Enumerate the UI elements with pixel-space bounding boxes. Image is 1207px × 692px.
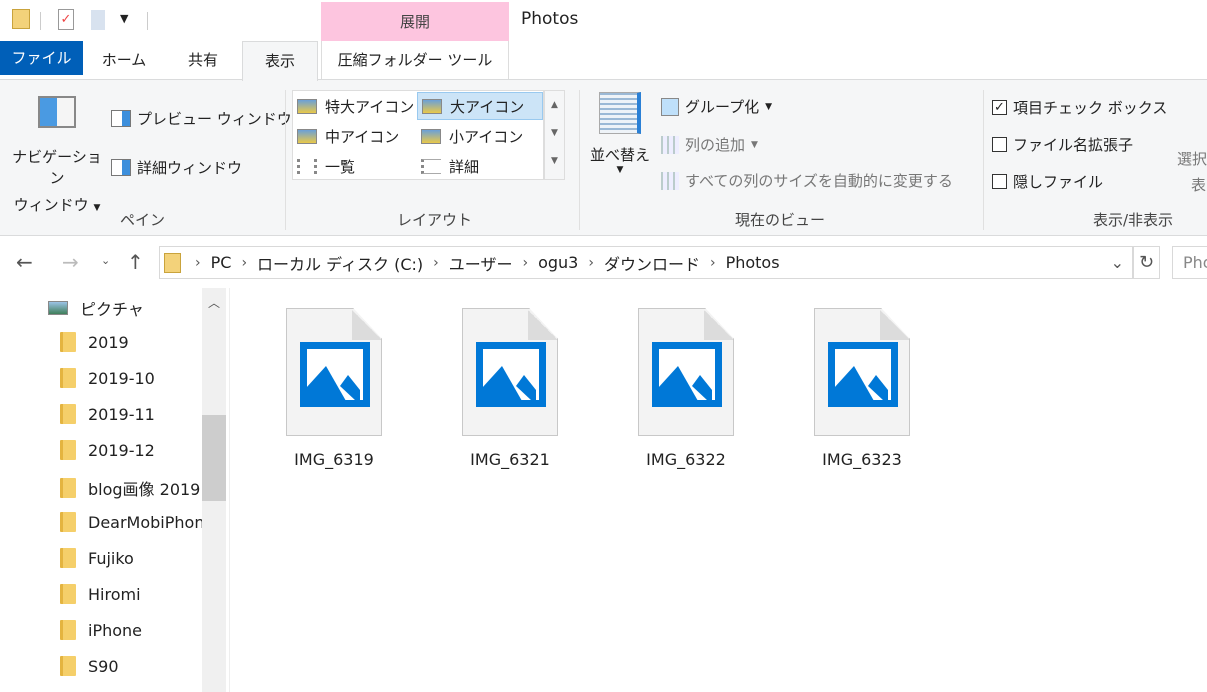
folder-icon (60, 404, 76, 424)
nav-item-folder[interactable]: 2019 (60, 332, 129, 352)
nav-item-folder[interactable]: Hiromi (60, 584, 141, 604)
folder-icon (60, 620, 76, 640)
search-input[interactable]: Pho (1172, 246, 1207, 279)
address-dropdown-icon[interactable]: ⌄ (1111, 253, 1124, 272)
group-label-pane: ペイン (120, 211, 166, 229)
breadcrumb-ogu3[interactable]: ogu3 (538, 253, 578, 272)
file-item[interactable]: IMG_6323 (814, 308, 910, 469)
details-pane-icon (111, 159, 131, 176)
add-column-button[interactable]: 列の追加 ▼ (661, 134, 758, 155)
refresh-button[interactable]: ↻ (1133, 246, 1160, 279)
tab-view[interactable]: 表示 (242, 41, 318, 81)
forward-button[interactable]: → (62, 250, 79, 274)
details-pane-button[interactable]: 詳細ウィンドウ (111, 157, 242, 178)
sort-icon (599, 92, 641, 134)
properties-icon[interactable]: ✓ (58, 9, 74, 30)
tab-share[interactable]: 共有 (165, 41, 241, 79)
medium-icons-icon (297, 128, 317, 144)
navigation-pane-button[interactable]: ナビゲーション ウィンドウ ▼ (8, 96, 106, 215)
scroll-up-icon: ︿ (207, 296, 220, 310)
folder-icon (60, 512, 76, 532)
folder-icon (60, 478, 76, 498)
up-button[interactable]: ↑ (127, 250, 144, 274)
layout-large-icons[interactable]: 大アイコン (417, 92, 543, 120)
nav-item-folder[interactable]: 2019-12 (60, 440, 155, 460)
group-label-current-view: 現在のビュー (735, 211, 826, 229)
nav-item-folder[interactable]: S90 (60, 656, 119, 676)
tab-file[interactable]: ファイル (0, 41, 83, 75)
item-checkbox-toggle[interactable]: ✓ 項目チェック ボックス (992, 97, 1167, 118)
window-title: Photos (521, 9, 579, 29)
layout-scroll[interactable]: ▲ ▼ ▼ (544, 90, 565, 180)
navigation-pane-icon (38, 96, 76, 128)
folder-icon (60, 548, 76, 568)
checkbox-icon (992, 137, 1007, 152)
breadcrumb-users[interactable]: ユーザー (449, 251, 513, 275)
group-by-icon (661, 97, 679, 116)
hide-selected-button[interactable]: 選択表 (1177, 146, 1207, 198)
group-by-button[interactable]: グループ化 ▼ (661, 96, 772, 117)
nav-scrollbar[interactable]: ︿ (202, 288, 226, 692)
pictures-icon (48, 301, 68, 315)
nav-item-folder[interactable]: blog画像 2019 (60, 476, 200, 500)
breadcrumb-photos[interactable]: Photos (726, 253, 780, 272)
extra-large-icons-icon (297, 98, 317, 114)
large-icons-icon (422, 98, 442, 114)
image-file-icon (462, 308, 558, 436)
breadcrumb-downloads[interactable]: ダウンロード (604, 251, 700, 275)
nav-item-folder[interactable]: Fujiko (60, 548, 134, 568)
nav-item-pictures[interactable]: ピクチャ (48, 296, 144, 320)
contextual-tab-header: 展開 (321, 2, 509, 41)
add-column-icon (661, 135, 679, 154)
zip-folder-icon (12, 9, 30, 29)
image-file-icon (814, 308, 910, 436)
group-label-show-hide: 表示/非表示 (1093, 211, 1174, 229)
scrollbar-thumb[interactable] (202, 415, 226, 501)
layout-details[interactable]: 詳細 (417, 152, 479, 180)
layout-medium-icons[interactable]: 中アイコン (293, 122, 399, 150)
layout-small-icons[interactable]: 小アイコン (417, 122, 523, 150)
file-item[interactable]: IMG_6319 (286, 308, 382, 469)
file-item[interactable]: IMG_6322 (638, 308, 734, 469)
autosize-columns-icon (661, 171, 679, 190)
small-icons-icon (421, 128, 441, 144)
nav-item-folder[interactable]: iPhone (60, 620, 142, 640)
customize-toolbar-dropdown[interactable]: ▼ (120, 12, 128, 25)
image-file-icon (638, 308, 734, 436)
preview-pane-icon (111, 110, 131, 127)
back-button[interactable]: ← (16, 250, 33, 274)
breadcrumb-local-disk[interactable]: ローカル ディスク (C:) (257, 251, 423, 275)
breadcrumb-pc[interactable]: PC (211, 253, 232, 272)
layout-list[interactable]: 一覧 (293, 152, 355, 180)
preview-pane-button[interactable]: プレビュー ウィンドウ (111, 108, 292, 129)
sort-button[interactable]: 並べ替え ▼ (586, 92, 654, 175)
layout-extra-large-icons[interactable]: 特大アイコン (293, 92, 417, 120)
tab-compressed-folder-tools[interactable]: 圧縮フォルダー ツール (321, 41, 509, 79)
group-label-layout: レイアウト (397, 211, 473, 229)
zip-folder-icon (164, 252, 181, 273)
folder-icon (60, 584, 76, 604)
image-file-icon (286, 308, 382, 436)
nav-item-folder[interactable]: 2019-11 (60, 404, 155, 424)
details-icon (421, 158, 441, 174)
nav-item-folder[interactable]: 2019-10 (60, 368, 155, 388)
file-extension-toggle[interactable]: ファイル名拡張子 (992, 134, 1133, 155)
nav-item-folder[interactable]: DearMobiPhone (60, 512, 204, 532)
layout-gallery: 特大アイコン 大アイコン 中アイコン 小アイコン 一覧 詳細 (292, 90, 544, 180)
list-icon (297, 158, 317, 174)
folder-icon (60, 440, 76, 460)
file-item[interactable]: IMG_6321 (462, 308, 558, 469)
autosize-columns-button[interactable]: すべての列のサイズを自動的に変更する (661, 170, 953, 191)
folder-icon (60, 368, 76, 388)
folder-icon (60, 656, 76, 676)
recent-locations-dropdown[interactable]: ⌄ (101, 254, 110, 267)
checkbox-icon (992, 174, 1007, 189)
address-bar[interactable]: › PC › ローカル ディスク (C:) › ユーザー › ogu3 › ダウンロード … (159, 246, 1133, 279)
tab-home[interactable]: ホーム (88, 41, 160, 79)
hidden-files-toggle[interactable]: 隠しファイル (992, 171, 1103, 192)
checkbox-checked-icon: ✓ (992, 100, 1007, 115)
new-folder-icon[interactable] (91, 10, 105, 30)
folder-icon (60, 332, 76, 352)
